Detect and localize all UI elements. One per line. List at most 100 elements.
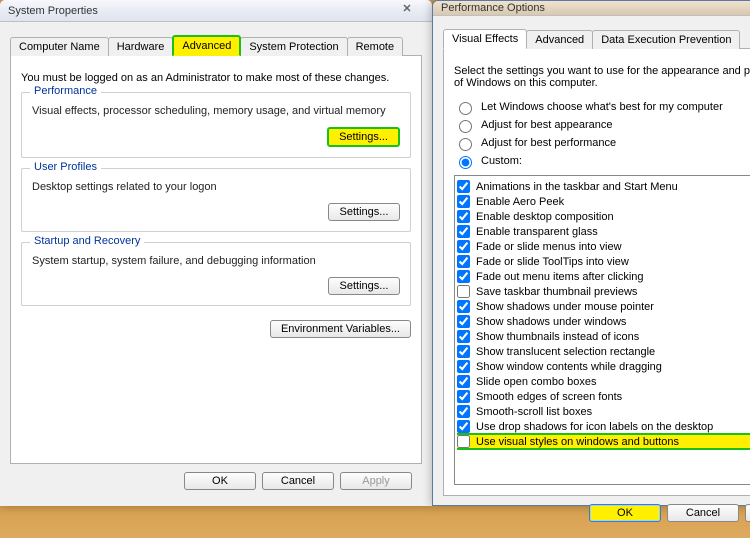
option-checkbox[interactable] [457,375,470,388]
option-row[interactable]: Show shadows under windows [457,315,750,328]
radio-custom-label: Custom: [481,155,522,167]
option-label: Show shadows under mouse pointer [476,301,654,313]
option-row[interactable]: Show translucent selection rectangle [457,345,750,358]
tab-computer-name[interactable]: Computer Name [10,37,109,56]
tab-remote[interactable]: Remote [347,37,404,56]
tab-advanced[interactable]: Advanced [172,35,241,56]
option-checkbox[interactable] [457,240,470,253]
option-checkbox[interactable] [457,300,470,313]
option-checkbox[interactable] [457,285,470,298]
cancel-button[interactable]: Cancel [262,472,334,490]
radio-custom[interactable]: Custom: [454,153,750,169]
tab-system-protection[interactable]: System Protection [240,37,347,56]
option-label: Use drop shadows for icon labels on the … [476,421,713,433]
tab-hardware[interactable]: Hardware [108,37,174,56]
group-title: Performance [30,85,101,97]
window-content: Computer NameHardwareAdvancedSystem Prot… [0,22,432,506]
option-row[interactable]: Show shadows under mouse pointer [457,300,750,313]
radio-let-windows-choose-label: Let Windows choose what's best for my co… [481,101,723,113]
user-profiles-settings-button[interactable]: Settings... [328,203,400,221]
option-row[interactable]: Save taskbar thumbnail previews [457,285,750,298]
option-checkbox[interactable] [457,210,470,223]
option-row[interactable]: Enable transparent glass [457,225,750,238]
tab-panel-advanced: You must be logged on as an Administrato… [10,56,422,464]
option-label: Fade out menu items after clicking [476,271,644,283]
option-label: Enable desktop composition [476,211,614,223]
option-checkbox[interactable] [457,345,470,358]
apply-button[interactable]: Apply [340,472,412,490]
option-row[interactable]: Use visual styles on windows and buttons [457,435,750,448]
tab-strip: Computer NameHardwareAdvancedSystem Prot… [10,34,422,56]
radio-best-performance-input[interactable] [459,138,472,151]
intro-text: You must be logged on as an Administrato… [21,72,411,84]
tab-panel-visual-effects: Select the settings you want to use for … [443,49,750,496]
group-title: Startup and Recovery [30,235,144,247]
option-checkbox[interactable] [457,255,470,268]
performance-settings-button[interactable]: Settings... [327,127,400,147]
group-desc: Desktop settings related to your logon [32,181,400,193]
ok-button[interactable]: OK [184,472,256,490]
titlebar[interactable]: System Properties ✕ [0,0,432,22]
tab-visual-effects[interactable]: Visual Effects [443,29,527,49]
ok-button[interactable]: OK [589,504,661,522]
tab-strip: Visual EffectsAdvancedData Execution Pre… [443,28,750,49]
option-row[interactable]: Enable Aero Peek [457,195,750,208]
cancel-button[interactable]: Cancel [667,504,739,522]
apply-button[interactable]: Apply [745,504,750,522]
option-label: Show window contents while dragging [476,361,662,373]
option-checkbox[interactable] [457,225,470,238]
options-listbox[interactable]: Animations in the taskbar and Start Menu… [454,175,750,485]
option-row[interactable]: Smooth edges of screen fonts [457,390,750,403]
option-checkbox[interactable] [457,315,470,328]
option-checkbox[interactable] [457,360,470,373]
option-checkbox[interactable] [457,270,470,283]
option-row[interactable]: Slide open combo boxes [457,375,750,388]
option-checkbox[interactable] [457,330,470,343]
group-performance: Performance Visual effects, processor sc… [21,92,411,158]
radio-best-appearance-input[interactable] [459,120,472,133]
option-row[interactable]: Use drop shadows for icon labels on the … [457,420,750,433]
close-button[interactable]: ✕ [386,0,428,18]
option-row[interactable]: Animations in the taskbar and Start Menu [457,180,750,193]
option-checkbox[interactable] [457,390,470,403]
radio-group: Let Windows choose what's best for my co… [454,97,750,171]
option-row[interactable]: Fade or slide ToolTips into view [457,255,750,268]
option-row[interactable]: Fade out menu items after clicking [457,270,750,283]
option-label: Fade or slide ToolTips into view [476,256,629,268]
option-checkbox[interactable] [457,195,470,208]
group-startup-recovery: Startup and Recovery System startup, sys… [21,242,411,306]
radio-let-windows-choose-input[interactable] [459,102,472,115]
option-label: Fade or slide menus into view [476,241,622,253]
option-row[interactable]: Fade or slide menus into view [457,240,750,253]
option-label: Animations in the taskbar and Start Menu [476,181,678,193]
option-label: Show shadows under windows [476,316,626,328]
option-label: Smooth edges of screen fonts [476,391,622,403]
radio-best-appearance[interactable]: Adjust for best appearance [454,117,750,133]
option-checkbox[interactable] [457,420,470,433]
startup-settings-button[interactable]: Settings... [328,277,400,295]
titlebar[interactable]: Performance Options ✕ [433,1,750,16]
option-checkbox[interactable] [457,435,470,448]
option-row[interactable]: Show window contents while dragging [457,360,750,373]
option-checkbox[interactable] [457,405,470,418]
group-desc: System startup, system failure, and debu… [32,255,400,267]
option-row[interactable]: Enable desktop composition [457,210,750,223]
window-title: System Properties [8,5,386,17]
group-title: User Profiles [30,161,101,173]
dialog-buttons: OK Cancel Apply [10,464,422,498]
intro-text: Select the settings you want to use for … [454,65,750,89]
tab-data-execution-prevention[interactable]: Data Execution Prevention [592,30,740,49]
option-row[interactable]: Show thumbnails instead of icons [457,330,750,343]
group-user-profiles: User Profiles Desktop settings related t… [21,168,411,232]
option-row[interactable]: Smooth-scroll list boxes [457,405,750,418]
option-label: Show translucent selection rectangle [476,346,655,358]
option-checkbox[interactable] [457,180,470,193]
close-icon: ✕ [402,2,411,15]
radio-custom-input[interactable] [459,156,472,169]
radio-let-windows-choose[interactable]: Let Windows choose what's best for my co… [454,99,750,115]
environment-variables-button[interactable]: Environment Variables... [270,320,411,338]
option-label: Enable Aero Peek [476,196,564,208]
tab-advanced[interactable]: Advanced [526,30,593,49]
radio-best-performance[interactable]: Adjust for best performance [454,135,750,151]
window-content: Visual EffectsAdvancedData Execution Pre… [433,16,750,538]
